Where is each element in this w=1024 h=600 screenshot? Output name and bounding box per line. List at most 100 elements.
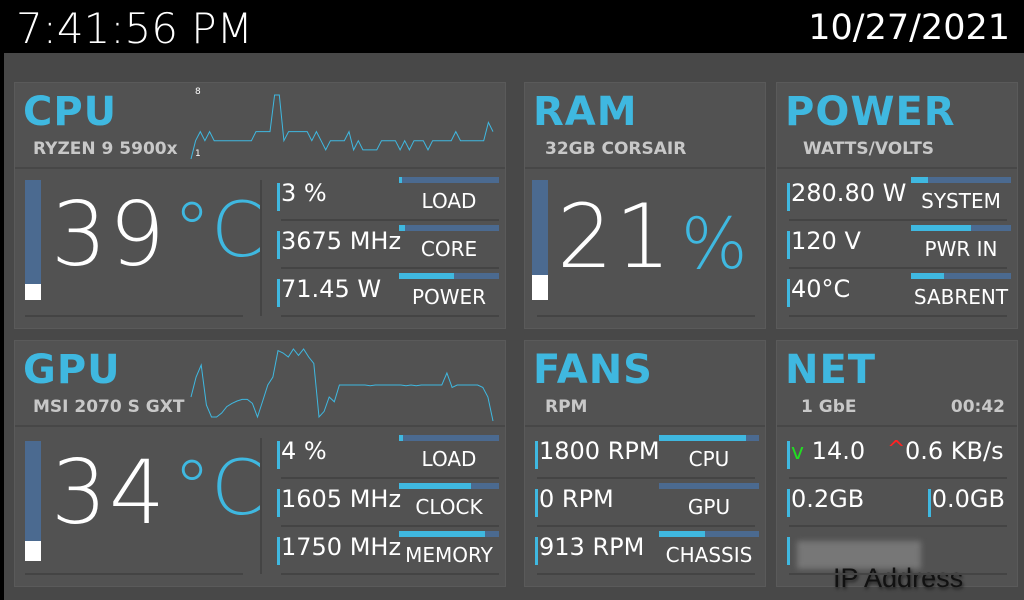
ram-panel: RAM 32GB CORSAIR 21 % bbox=[524, 82, 766, 329]
net-panel: NET 1 GbE 00:42 v 14.0 ^ 0.6 KB/s 0.2GB … bbox=[776, 340, 1018, 593]
cpu-core-value: 3675 MHz bbox=[276, 227, 402, 259]
net-total-up: 0.0GB bbox=[927, 485, 1005, 517]
cpu-power-bar bbox=[399, 273, 499, 279]
gpu-memory-bar bbox=[399, 531, 499, 537]
cpu-core-bar-fill bbox=[399, 225, 405, 231]
cpu-temp-bar bbox=[25, 180, 41, 300]
cpu-panel: CPU RYZEN 9 5900x 8 1 39 °C 3 % LOAD 367… bbox=[14, 82, 506, 329]
gpu-temp-bar bbox=[25, 441, 41, 561]
power-system-value: 280.80 W bbox=[786, 179, 907, 211]
cpu-load-value: 3 % bbox=[277, 179, 327, 211]
fan-chassis-value: 913 RPM bbox=[534, 533, 645, 565]
ram-usage-bar bbox=[532, 180, 548, 300]
cpu-temp-bar-fill bbox=[25, 284, 41, 300]
gpu-header: GPU MSI 2070 S GXT bbox=[15, 341, 505, 427]
power-system-bar bbox=[911, 177, 1011, 183]
fan-cpu-value: 1800 RPM bbox=[535, 437, 660, 469]
power-subtitle: WATTS/VOLTS bbox=[803, 139, 935, 159]
ram-header: RAM 32GB CORSAIR bbox=[525, 83, 765, 169]
divider bbox=[281, 477, 499, 479]
cpu-core-bar bbox=[399, 225, 499, 231]
ram-subtitle: 32GB CORSAIR bbox=[545, 139, 687, 159]
divider bbox=[260, 180, 262, 316]
gpu-clock-bar bbox=[399, 483, 499, 489]
cpu-temperature: 39 bbox=[51, 183, 167, 286]
ram-usage-value: 21 bbox=[557, 185, 673, 288]
fans-panel: FANS RPM 1800 RPM CPU 0 RPM GPU 913 RPM … bbox=[524, 340, 766, 587]
fans-header: FANS RPM bbox=[525, 341, 765, 427]
fan-gpu-bar bbox=[659, 483, 759, 489]
divider bbox=[789, 573, 1007, 575]
fan-chassis-bar-fill bbox=[659, 531, 705, 537]
power-system-bar-fill bbox=[911, 177, 928, 183]
cpu-power-bar-fill bbox=[399, 273, 454, 279]
fans-subtitle: RPM bbox=[545, 397, 588, 417]
divider bbox=[537, 477, 755, 479]
power-system-label: SYSTEM bbox=[921, 189, 1001, 213]
fan-cpu-bar-fill bbox=[659, 435, 746, 441]
gpu-load-label: LOAD bbox=[421, 447, 477, 471]
net-upload-speed: 0.6 KB/s bbox=[905, 437, 1004, 465]
cpu-load-bar-fill bbox=[399, 177, 402, 183]
divider bbox=[281, 525, 499, 527]
net-uptime: 00:42 bbox=[950, 397, 1005, 417]
gpu-load-bar bbox=[399, 435, 499, 441]
gpu-load-value: 4 % bbox=[277, 437, 327, 469]
gpu-temp-unit: °C bbox=[173, 443, 265, 532]
clock-time: 7:41:56 PM bbox=[16, 4, 253, 53]
net-total-down: 0.2GB bbox=[786, 485, 865, 517]
divider bbox=[789, 477, 1007, 479]
gpu-panel: GPU MSI 2070 S GXT 34 °C 4 % LOAD 1605 M… bbox=[14, 340, 506, 587]
power-sabrent-label: SABRENT bbox=[913, 285, 1009, 309]
divider bbox=[789, 219, 1007, 221]
dashboard: CPU RYZEN 9 5900x 8 1 39 °C 3 % LOAD 367… bbox=[4, 53, 1024, 600]
divider bbox=[789, 525, 1007, 527]
power-sabrent-value: 40°C bbox=[786, 275, 851, 307]
power-title: POWER bbox=[785, 89, 956, 135]
ip-address-label: IP Address bbox=[833, 563, 964, 593]
cpu-load-line bbox=[190, 94, 494, 160]
ram-usage-bar-fill bbox=[532, 274, 548, 300]
divider bbox=[260, 438, 262, 574]
fan-cpu-label: CPU bbox=[688, 447, 730, 471]
power-input-value: 120 V bbox=[787, 227, 861, 259]
divider bbox=[281, 573, 499, 575]
net-header: NET 1 GbE 00:42 bbox=[777, 341, 1017, 427]
fan-gpu-label: GPU bbox=[687, 495, 731, 519]
fans-title: FANS bbox=[533, 347, 653, 393]
gpu-subtitle: MSI 2070 S GXT bbox=[33, 397, 185, 417]
power-input-bar bbox=[911, 225, 1011, 231]
divider bbox=[281, 267, 499, 269]
fan-gpu-value: 0 RPM bbox=[535, 485, 614, 517]
ram-title: RAM bbox=[533, 89, 638, 135]
gpu-memory-value: 1750 MHz bbox=[276, 533, 402, 565]
upload-arrow-icon: ^ bbox=[887, 437, 906, 462]
divider bbox=[789, 267, 1007, 269]
gpu-temperature: 34 bbox=[51, 441, 167, 544]
fan-chassis-label: CHASSIS bbox=[665, 543, 753, 567]
net-download-speed: 14.0 bbox=[811, 437, 866, 465]
gpu-temp-bar-fill bbox=[25, 540, 41, 561]
ram-usage-unit: % bbox=[681, 203, 748, 285]
power-sabrent-bar-fill bbox=[911, 273, 944, 279]
cpu-graph-max-label: 8 bbox=[195, 87, 201, 97]
divider bbox=[25, 315, 243, 317]
cpu-subtitle: RYZEN 9 5900x bbox=[33, 139, 178, 159]
net-speed-row: v 14.0 ^ 0.6 KB/s bbox=[787, 437, 1011, 469]
divider bbox=[537, 573, 755, 575]
net-title: NET bbox=[785, 347, 877, 393]
divider bbox=[537, 315, 755, 317]
fan-chassis-bar bbox=[659, 531, 759, 537]
download-arrow-icon: v bbox=[791, 440, 805, 465]
gpu-load-bar-fill bbox=[399, 435, 403, 441]
divider bbox=[281, 219, 499, 221]
gpu-load-line bbox=[190, 348, 494, 422]
cpu-header: CPU RYZEN 9 5900x 8 1 bbox=[15, 83, 505, 169]
top-bar: 7:41:56 PM 10/27/2021 bbox=[0, 0, 1024, 53]
gpu-title: GPU bbox=[23, 347, 121, 393]
fan-cpu-bar bbox=[659, 435, 759, 441]
cpu-load-bar bbox=[399, 177, 499, 183]
power-panel: POWER WATTS/VOLTS 280.80 W SYSTEM 120 V … bbox=[776, 82, 1018, 329]
gpu-memory-label: MEMORY bbox=[405, 543, 493, 567]
cpu-load-graph bbox=[190, 94, 494, 160]
